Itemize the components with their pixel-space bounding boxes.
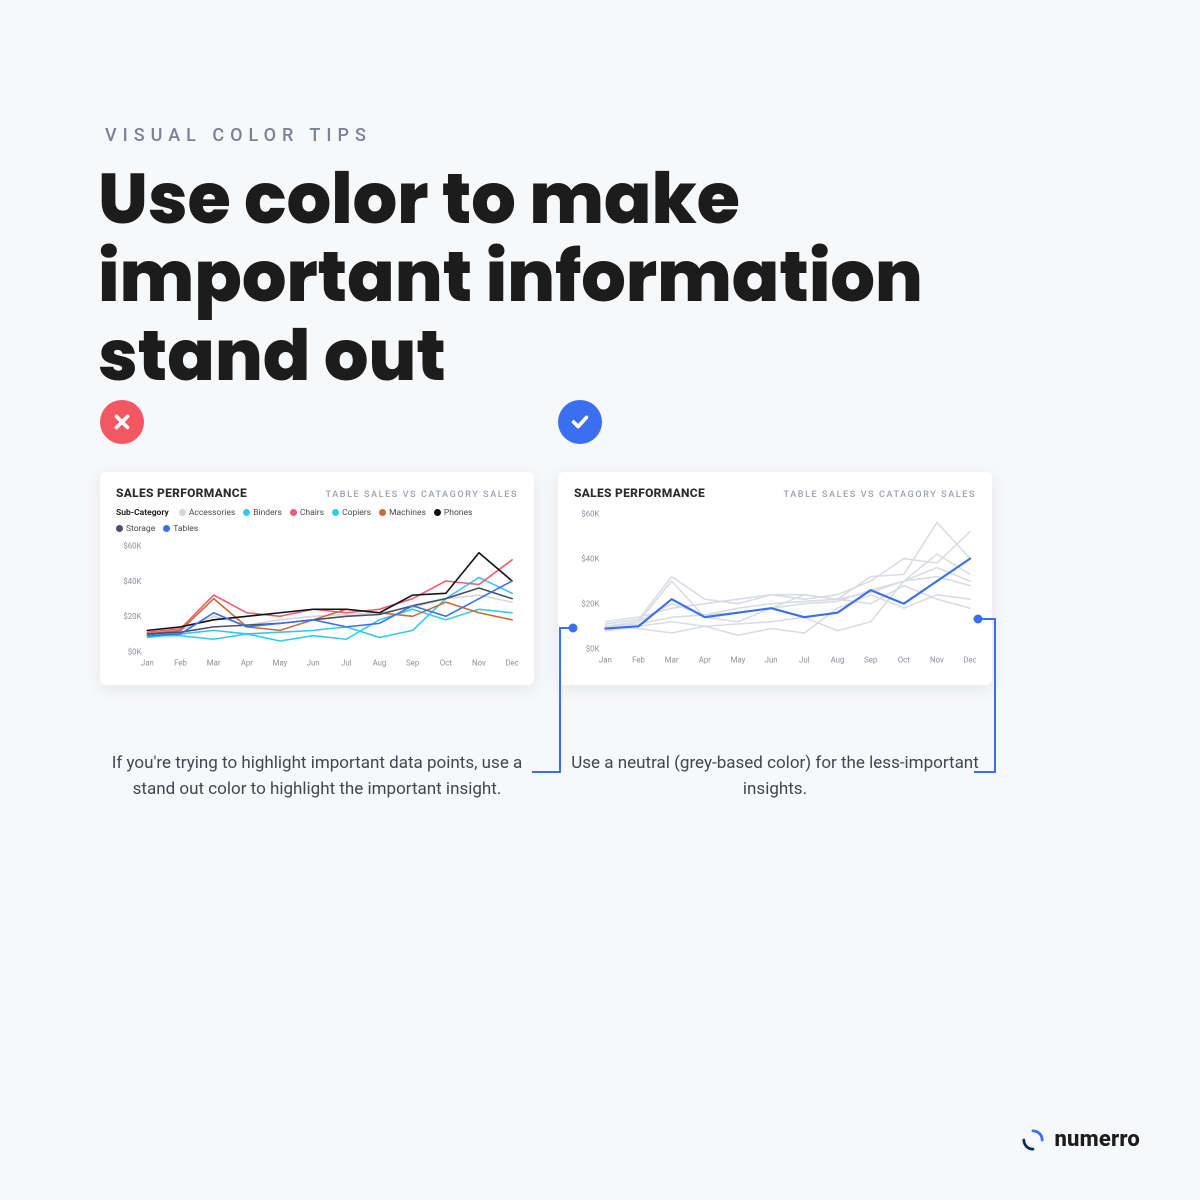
- brand-name: numerro: [1054, 1127, 1140, 1152]
- headline: Use color to make important information …: [98, 160, 1078, 395]
- caption-good: Use a neutral (grey-based color) for the…: [558, 750, 992, 803]
- brand-logo-icon: [1022, 1129, 1044, 1151]
- brand: numerro: [1022, 1127, 1140, 1152]
- bad-example-badge: [100, 400, 144, 444]
- eyebrow: VISUAL COLOR TIPS: [105, 125, 372, 146]
- cross-icon: [111, 411, 133, 433]
- caption-bad: If you're trying to highlight important …: [100, 750, 534, 803]
- check-icon: [569, 411, 591, 433]
- good-example-badge: [558, 400, 602, 444]
